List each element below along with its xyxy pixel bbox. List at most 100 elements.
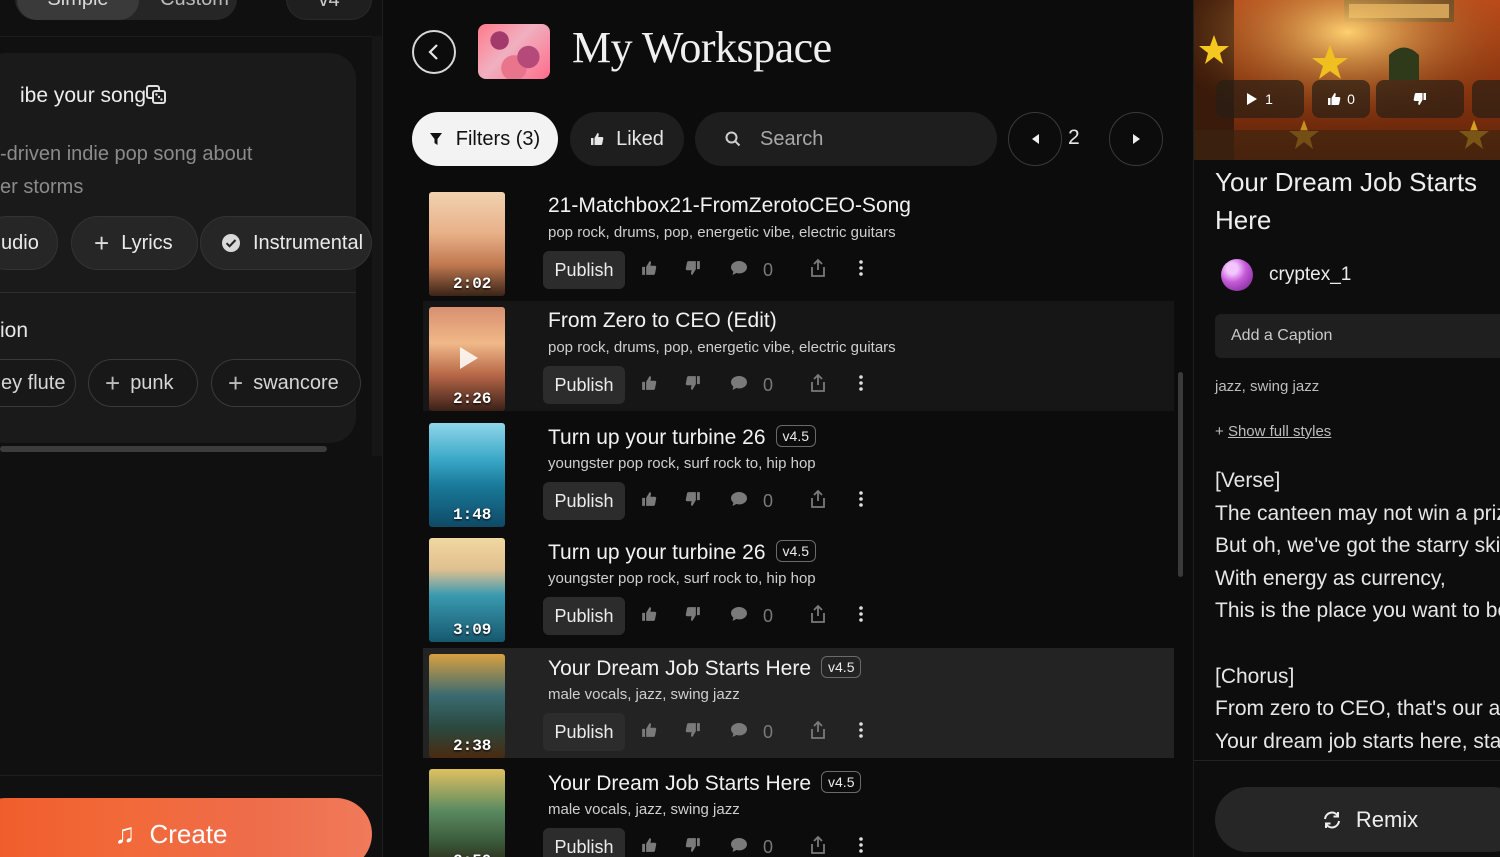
more-options-icon[interactable]: [859, 837, 863, 857]
style-suggestion-chip[interactable]: + punk: [88, 359, 198, 407]
audio-chip[interactable]: udio: [0, 216, 58, 270]
thumbs-down-icon[interactable]: [685, 722, 701, 742]
dislike-button[interactable]: [1376, 80, 1464, 118]
song-title[interactable]: Turn up your turbine 26 v4.5: [548, 540, 816, 565]
song-cover-thumbnail[interactable]: 2:38: [429, 654, 505, 758]
liked-filter-button[interactable]: Liked: [570, 112, 684, 166]
share-icon[interactable]: [809, 835, 827, 855]
thumbs-up-icon[interactable]: [641, 491, 657, 511]
share-icon[interactable]: [809, 489, 827, 509]
show-full-prefix: +: [1215, 423, 1228, 440]
previous-page-button[interactable]: [1008, 112, 1062, 166]
play-icon[interactable]: [460, 347, 478, 369]
song-title[interactable]: 21-Matchbox21-FromZerotoCEO-Song: [548, 194, 911, 218]
show-full-styles[interactable]: + Show full styles: [1215, 423, 1331, 440]
song-tags: pop rock, drums, pop, energetic vibe, el…: [548, 339, 896, 356]
play-count-button[interactable]: 1: [1216, 80, 1304, 118]
mode-custom-tab[interactable]: Custom: [160, 0, 229, 20]
remix-label: Remix: [1355, 806, 1419, 832]
chip-label: ey flute: [1, 371, 66, 394]
back-button[interactable]: [412, 30, 456, 74]
song-cover-thumbnail[interactable]: 2:26: [429, 307, 505, 411]
song-title-text: 21-Matchbox21-FromZerotoCEO-Song: [548, 194, 911, 217]
lyrics-chip[interactable]: + Lyrics: [71, 216, 198, 270]
share-icon[interactable]: [809, 258, 827, 278]
publish-button[interactable]: Publish: [543, 828, 625, 857]
instrumental-chip[interactable]: Instrumental: [200, 216, 372, 270]
username-link[interactable]: cryptex_1: [1269, 264, 1351, 286]
thumbs-down-icon[interactable]: [685, 375, 701, 395]
more-options-icon[interactable]: [859, 491, 863, 511]
song-row[interactable]: 2:50 Your Dream Job Starts Here v4.5 male v…: [423, 763, 1174, 857]
avatar[interactable]: [1221, 259, 1253, 291]
song-cover-thumbnail[interactable]: 2:50: [429, 769, 505, 857]
comment-icon[interactable]: [730, 491, 748, 511]
song-row[interactable]: 2:26 From Zero to CEO (Edit) pop rock, dru…: [423, 301, 1174, 411]
left-scrollbar-track[interactable]: [372, 36, 382, 456]
filters-button[interactable]: Filters (3): [412, 112, 558, 166]
song-title[interactable]: From Zero to CEO (Edit): [548, 309, 777, 333]
horizontal-scrollbar[interactable]: [0, 446, 327, 452]
model-version-select[interactable]: v4: [286, 0, 372, 20]
check-circle-icon: [222, 234, 240, 252]
dice-icon[interactable]: [145, 83, 167, 105]
song-row[interactable]: 2:02 21-Matchbox21-FromZerotoCEO-Song pop …: [423, 186, 1174, 296]
more-options-icon[interactable]: [859, 375, 863, 395]
more-options-icon[interactable]: [859, 606, 863, 626]
remix-button[interactable]: Remix: [1215, 787, 1500, 852]
song-row[interactable]: 2:38 Your Dream Job Starts Here v4.5 male v…: [423, 648, 1174, 758]
create-button[interactable]: ♫ Create: [0, 798, 372, 857]
song-cover-thumbnail[interactable]: 1:48: [429, 423, 505, 527]
thumbs-up-icon[interactable]: [641, 375, 657, 395]
search-input[interactable]: [760, 124, 980, 154]
publish-button[interactable]: Publish: [543, 597, 625, 635]
more-options-icon[interactable]: [859, 260, 863, 280]
share-icon[interactable]: [809, 720, 827, 740]
more-cover-actions[interactable]: [1472, 80, 1500, 118]
divider: [0, 775, 382, 776]
song-row[interactable]: 3:09 Turn up your turbine 26 v4.5 youngster…: [423, 532, 1174, 642]
play-icon: [1247, 93, 1258, 105]
song-description-input[interactable]: -driven indie pop song about er storms: [0, 138, 252, 204]
thumbs-down-icon[interactable]: [685, 606, 701, 626]
thumbs-down-icon[interactable]: [685, 491, 701, 511]
song-cover-thumbnail[interactable]: 2:02: [429, 192, 505, 296]
song-title[interactable]: Your Dream Job Starts Here v4.5: [548, 771, 862, 796]
share-icon[interactable]: [809, 373, 827, 393]
thumbs-up-icon[interactable]: [641, 260, 657, 280]
song-list-scrollbar[interactable]: [1178, 372, 1183, 577]
song-title[interactable]: Turn up your turbine 26 v4.5: [548, 425, 816, 450]
style-suggestion-chip[interactable]: + swancore: [211, 359, 361, 407]
next-page-button[interactable]: [1109, 112, 1163, 166]
plus-icon: +: [105, 368, 121, 398]
more-options-icon[interactable]: [859, 722, 863, 742]
publish-button[interactable]: Publish: [543, 482, 625, 520]
thumbs-down-icon[interactable]: [685, 837, 701, 857]
comment-icon[interactable]: [730, 722, 748, 742]
comment-icon[interactable]: [730, 260, 748, 280]
comment-icon[interactable]: [730, 837, 748, 857]
style-suggestion-chip[interactable]: ey flute: [0, 359, 76, 407]
share-icon[interactable]: [809, 604, 827, 624]
thumbs-down-icon: [1413, 93, 1426, 105]
caption-input[interactable]: [1231, 324, 1491, 348]
mode-simple-tab[interactable]: Simple: [17, 0, 139, 20]
comment-count: 0: [763, 260, 774, 280]
thumbs-up-icon[interactable]: [641, 722, 657, 742]
song-row[interactable]: 1:48 Turn up your turbine 26 v4.5 youngster…: [423, 417, 1174, 527]
like-button[interactable]: 0: [1312, 80, 1370, 118]
show-full-styles-link[interactable]: Show full styles: [1228, 423, 1331, 440]
thumbs-up-icon: [1328, 93, 1341, 105]
song-tags: youngster pop rock, surf rock to, hip ho…: [548, 455, 816, 472]
publish-button[interactable]: Publish: [543, 713, 625, 751]
comment-icon[interactable]: [730, 375, 748, 395]
thumbs-down-icon[interactable]: [685, 260, 701, 280]
publish-button[interactable]: Publish: [543, 366, 625, 404]
thumbs-up-icon[interactable]: [641, 606, 657, 626]
song-cover-thumbnail[interactable]: 3:09: [429, 538, 505, 642]
comment-icon[interactable]: [730, 606, 748, 626]
song-title[interactable]: Your Dream Job Starts Here v4.5: [548, 656, 862, 681]
create-panel: Simple Custom v4 ibe your song -driven i…: [0, 0, 383, 857]
thumbs-up-icon[interactable]: [641, 837, 657, 857]
publish-button[interactable]: Publish: [543, 251, 625, 289]
